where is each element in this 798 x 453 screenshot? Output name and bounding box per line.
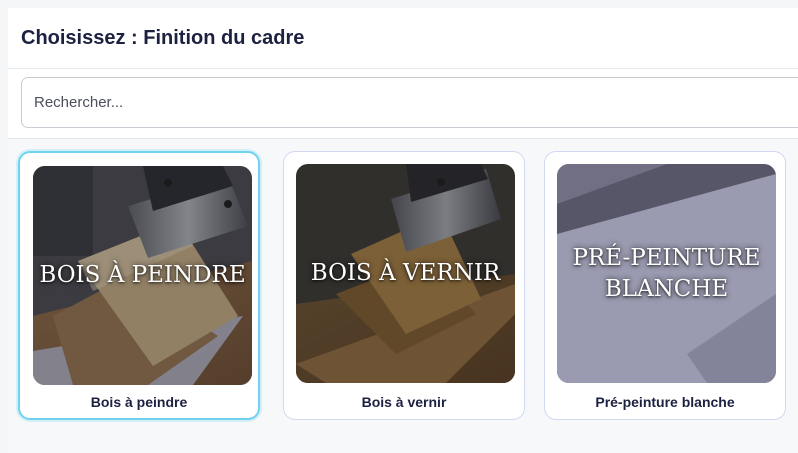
search-bar — [8, 69, 798, 139]
option-image-bois-a-peindre: BOIS À PEINDRE — [33, 166, 252, 385]
option-label: Bois à vernir — [361, 394, 447, 410]
search-input[interactable] — [21, 77, 798, 128]
option-card-bois-a-peindre[interactable]: BOIS À PEINDRE Bois à peindre — [18, 151, 260, 420]
selection-panel: Choisissez : Finition du cadre Recherche… — [8, 8, 798, 453]
option-image-pre-peinture-blanche: PRÉ-PEINTURE BLANCHE — [557, 164, 776, 383]
option-card-bois-a-vernir[interactable]: BOIS À VERNIR Bois à vernir — [283, 151, 525, 420]
option-card-pre-peinture-blanche[interactable]: PRÉ-PEINTURE BLANCHE Pré-peinture blanch… — [544, 151, 786, 420]
option-overlay-text: BOIS À PEINDRE — [39, 262, 246, 288]
options-grid: BOIS À PEINDRE Bois à peindre BOIS À VER… — [8, 139, 798, 453]
panel-header: Choisissez : Finition du cadre — [8, 8, 798, 69]
option-label: Bois à peindre — [90, 394, 188, 410]
option-image-bois-a-vernir: BOIS À VERNIR — [296, 164, 515, 383]
page-title: Choisissez : Finition du cadre — [21, 27, 305, 49]
option-overlay-text: BOIS À VERNIR — [310, 260, 501, 286]
option-label: Pré-peinture blanche — [595, 394, 735, 410]
option-overlay-text: PRÉ-PEINTURE BLANCHE — [572, 244, 761, 302]
